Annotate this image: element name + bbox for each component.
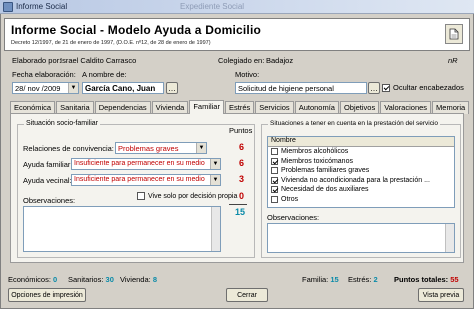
fecha-value: 28/ nov /2009: [15, 84, 61, 93]
checkbox-icon[interactable]: [382, 83, 390, 92]
familiar-total-points: 15: [235, 207, 246, 217]
ayuda-vecinal-label: Ayuda vecinal:: [23, 176, 72, 185]
title-bar[interactable]: Informe Social Expediente Social: [0, 0, 474, 14]
economicos-value: 0: [53, 275, 58, 284]
observaciones-label: Observaciones:: [23, 196, 76, 205]
colegiado-value: Badajoz: [266, 56, 294, 65]
status-vivienda: Vivienda: 8: [120, 275, 157, 284]
status-total: Puntos totales: 55: [394, 275, 459, 284]
nombre-lookup-button[interactable]: …: [166, 82, 178, 94]
motivo-value: Solicitud de higiene personal: [238, 84, 334, 93]
status-sanitarios: Sanitarios: 30: [68, 275, 114, 284]
relaciones-label: Relaciones de convivencia:: [23, 144, 114, 153]
riesgo-observaciones-textarea[interactable]: [267, 223, 455, 253]
situaciones-list[interactable]: Nombre Miembros alcohólicos Miembros tox…: [267, 136, 455, 208]
chevron-down-icon[interactable]: ▼: [196, 143, 206, 153]
vive-solo-label: Vive solo por decisión propia: [148, 192, 238, 200]
list-item[interactable]: Otros: [268, 195, 454, 205]
ocultar-encabezados-checkbox[interactable]: Ocultar encabezados: [382, 83, 464, 92]
estres-value: 2: [373, 275, 378, 284]
motivo-label: Motivo:: [235, 70, 260, 79]
elaborado-label: Elaborado por:: [12, 56, 62, 65]
background-window-title: Expediente Social: [180, 2, 245, 11]
nombre-field[interactable]: García Cano, Juan: [82, 82, 164, 94]
puntos-header: Puntos: [229, 126, 253, 135]
total-value: 55: [450, 275, 459, 284]
group-title: Situación socio-familiar: [24, 120, 100, 127]
ellipsis-icon: …: [370, 83, 378, 93]
chevron-down-icon[interactable]: ▼: [210, 175, 220, 185]
relaciones-points: 6: [239, 142, 245, 152]
checkbox-icon[interactable]: [271, 176, 278, 184]
list-column-header[interactable]: Nombre: [268, 137, 454, 147]
ayuda-vecinal-value: Insuficiente para permanecer en su medio: [74, 176, 205, 183]
ayuda-familiar-points: 6: [239, 158, 245, 168]
print-options-button[interactable]: Opciones de impresión: [8, 288, 86, 302]
chevron-down-icon[interactable]: ▼: [68, 83, 78, 93]
window-title: Informe Social: [16, 2, 68, 11]
checkbox-icon[interactable]: [271, 195, 278, 203]
checkbox-icon[interactable]: [271, 186, 278, 194]
fecha-picker[interactable]: 28/ nov /2009 ▼: [12, 82, 79, 94]
close-button[interactable]: Cerrar: [226, 288, 268, 302]
ayuda-vecinal-points: 3: [239, 174, 245, 184]
ellipsis-icon: …: [168, 83, 176, 93]
document-icon: [449, 28, 459, 40]
status-estres: Estrés: 2: [348, 275, 378, 284]
familiar-tab-panel: Situación socio-familiar Puntos Relacion…: [10, 113, 464, 263]
chevron-down-icon[interactable]: ▼: [210, 159, 220, 169]
tab-strip: Económica Sanitaria Dependencias Viviend…: [10, 100, 470, 114]
fecha-label: Fecha elaboración:: [12, 70, 76, 79]
vivienda-value: 8: [152, 275, 157, 284]
nombre-label: A nombre de:: [82, 70, 127, 79]
sanitarios-value: 30: [105, 275, 114, 284]
list-item[interactable]: Miembros alcohólicos: [268, 147, 454, 157]
document-button[interactable]: [445, 24, 463, 44]
group-title: Situaciones a tener en cuenta en la pres…: [268, 120, 441, 127]
relaciones-select[interactable]: Problemas graves ▼: [115, 142, 207, 154]
report-header: Informe Social - Modelo Ayuda a Domicili…: [4, 18, 470, 51]
motivo-field[interactable]: Solicitud de higiene personal: [235, 82, 367, 94]
riesgo-observaciones-label: Observaciones:: [267, 213, 320, 222]
reference: nR: [448, 56, 458, 65]
status-economicos: Económicos: 0: [8, 275, 58, 284]
app-icon: [3, 2, 13, 12]
vive-solo-checkbox[interactable]: Vive solo por decisión propia: [137, 192, 237, 200]
checkbox-icon[interactable]: [137, 192, 145, 200]
scrollbar[interactable]: [445, 224, 454, 252]
report-title: Informe Social - Modelo Ayuda a Domicili…: [11, 23, 262, 37]
list-item[interactable]: Vivienda no acondicionada para la presta…: [268, 176, 454, 186]
checkbox-icon[interactable]: [271, 148, 278, 156]
scrollbar[interactable]: [211, 207, 220, 251]
familia-value: 15: [330, 275, 339, 284]
ayuda-familiar-label: Ayuda familiar:: [23, 160, 73, 169]
status-familia: Familia: 15: [302, 275, 339, 284]
vive-solo-points: 0: [239, 191, 245, 201]
observaciones-textarea[interactable]: [23, 206, 221, 252]
total-divider: [229, 204, 247, 205]
ayuda-familiar-value: Insuficiente para permanecer en su medio: [74, 160, 205, 167]
ocultar-label: Ocultar encabezados: [393, 83, 464, 92]
list-item[interactable]: Miembros toxicómanos: [268, 157, 454, 167]
tab-familiar[interactable]: Familiar: [189, 100, 224, 114]
elaborado-value: Israel Caldito Carrasco: [60, 56, 137, 65]
colegiado-label: Colegiado en:: [218, 56, 265, 65]
nombre-value: García Cano, Juan: [85, 84, 156, 93]
list-item[interactable]: Necesidad de dos auxiliares: [268, 185, 454, 195]
list-item[interactable]: Problemas familiares graves: [268, 166, 454, 176]
ayuda-vecinal-select[interactable]: Insuficiente para permanecer en su medio…: [71, 174, 221, 186]
checkbox-icon[interactable]: [271, 157, 278, 165]
checkbox-icon[interactable]: [271, 167, 278, 175]
preview-button[interactable]: Vista previa: [418, 288, 464, 302]
report-subtitle: Decreto 12/1997, de 21 de enero de 1997,…: [11, 40, 211, 46]
ayuda-familiar-select[interactable]: Insuficiente para permanecer en su medio…: [71, 158, 221, 170]
motivo-lookup-button[interactable]: …: [368, 82, 380, 94]
relaciones-value: Problemas graves: [118, 144, 179, 153]
